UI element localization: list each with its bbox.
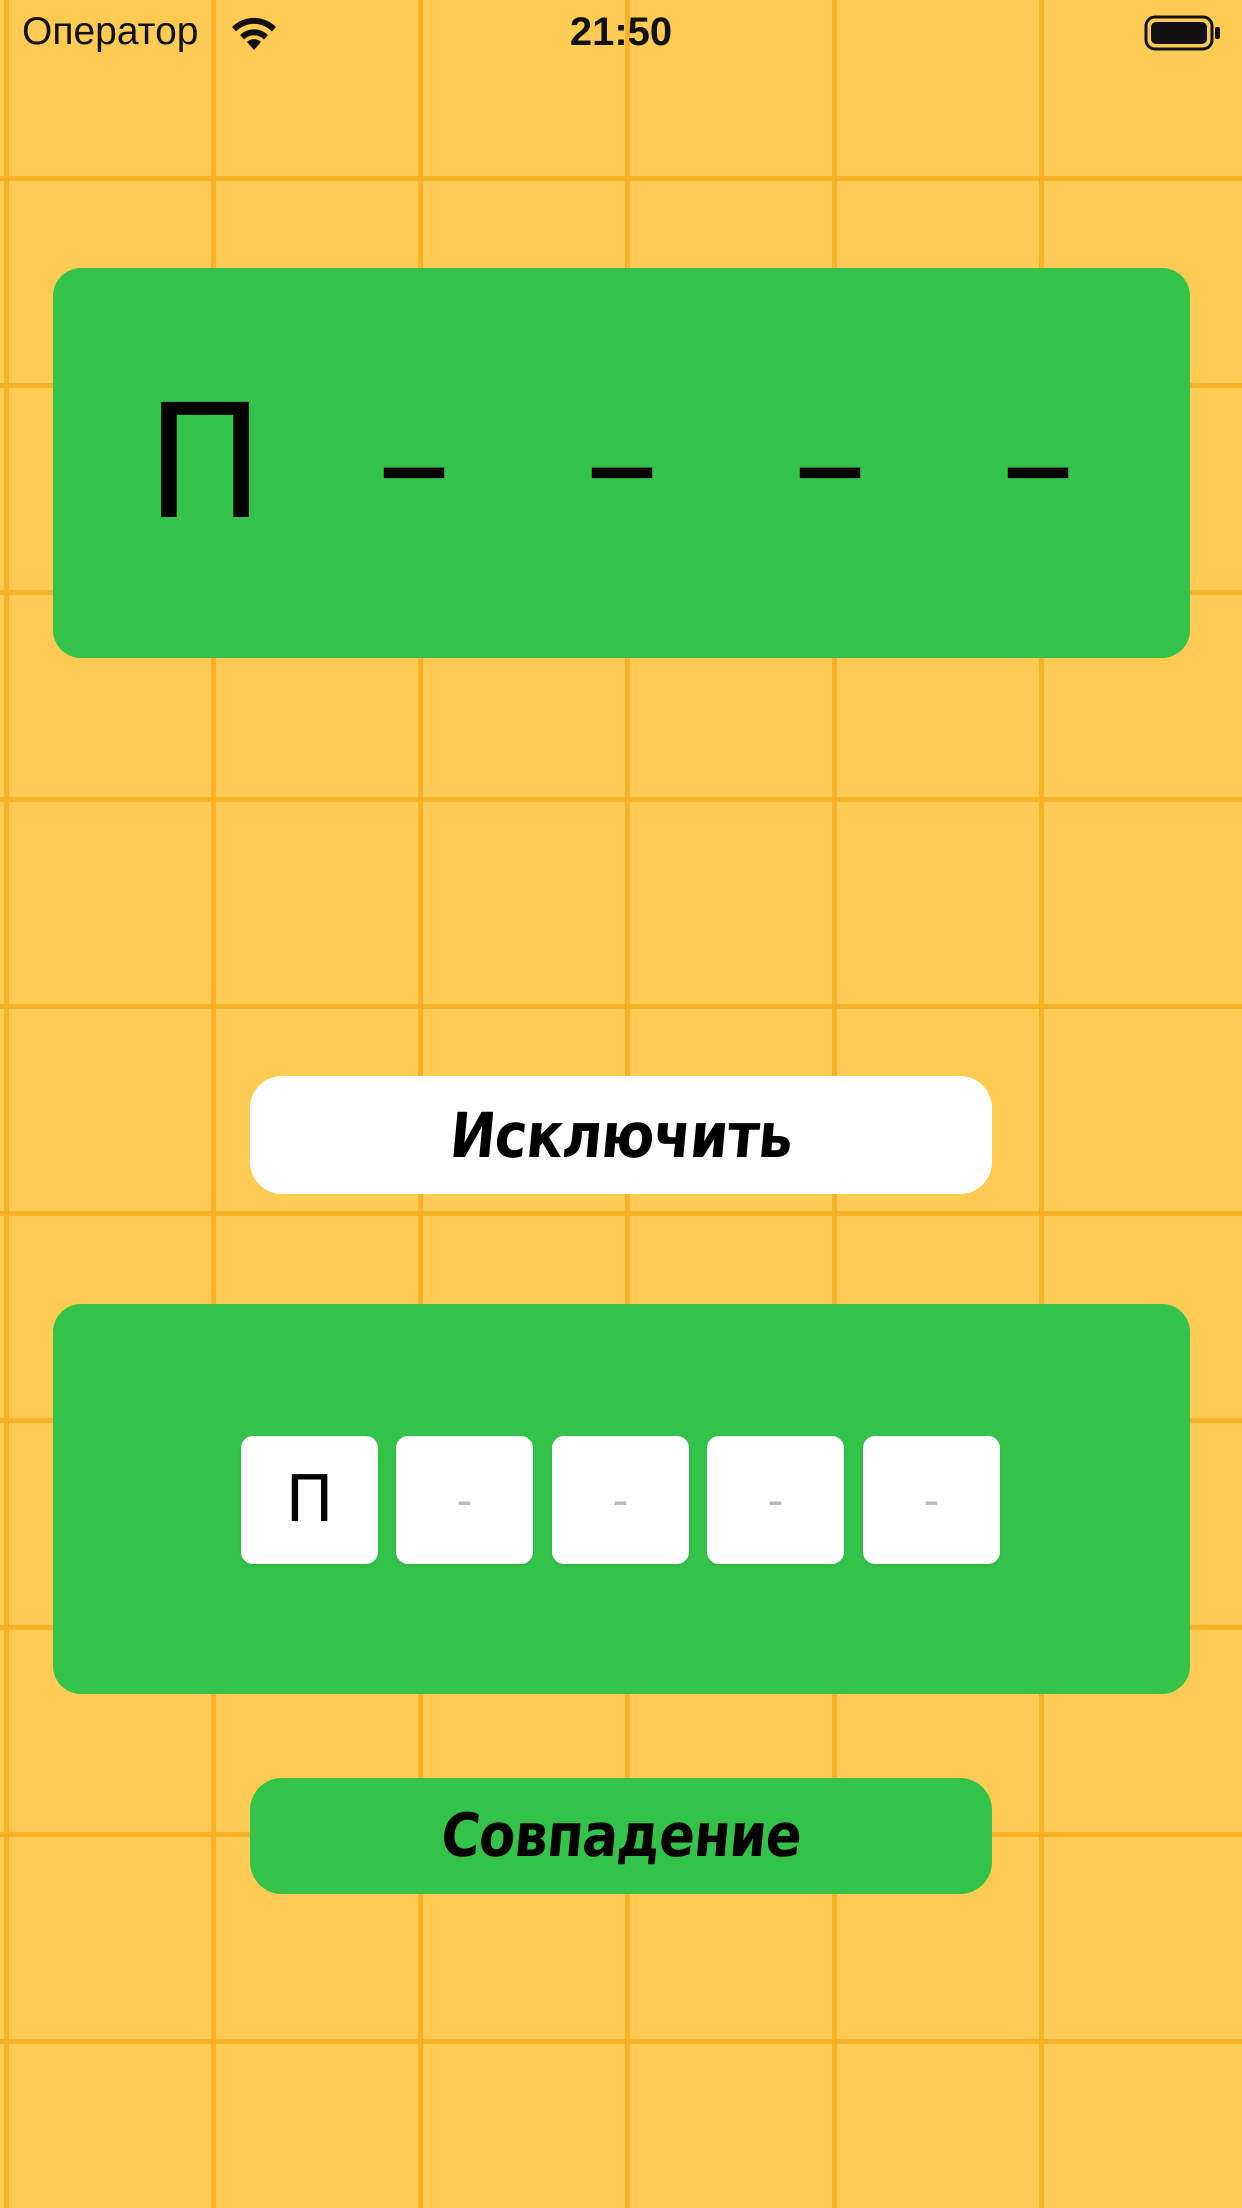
letter-input-panel: П - - - - (53, 1304, 1190, 1694)
letter-box-3[interactable]: - (552, 1436, 689, 1564)
match-button[interactable]: Совпадение (250, 1778, 992, 1894)
battery-icon (1144, 15, 1220, 51)
letter-box-1[interactable]: П (241, 1436, 378, 1564)
word-display-panel: П – – – – (53, 268, 1190, 658)
letter-box-5[interactable]: - (863, 1436, 1000, 1564)
letter-box-4[interactable]: - (707, 1436, 844, 1564)
word-slot-4: – (792, 376, 868, 550)
exclude-button[interactable]: Исключить (250, 1076, 992, 1194)
exclude-button-label: Исключить (446, 1098, 796, 1172)
status-bar: Оператор 21:50 (0, 0, 1242, 66)
word-slot-5: – (1000, 376, 1076, 550)
word-slot-3: – (584, 376, 660, 550)
status-time: 21:50 (569, 10, 673, 54)
word-slot-1: П (145, 371, 265, 555)
match-button-label: Совпадение (438, 1801, 804, 1871)
letter-box-2[interactable]: - (396, 1436, 533, 1564)
word-slot-2: – (376, 376, 452, 550)
